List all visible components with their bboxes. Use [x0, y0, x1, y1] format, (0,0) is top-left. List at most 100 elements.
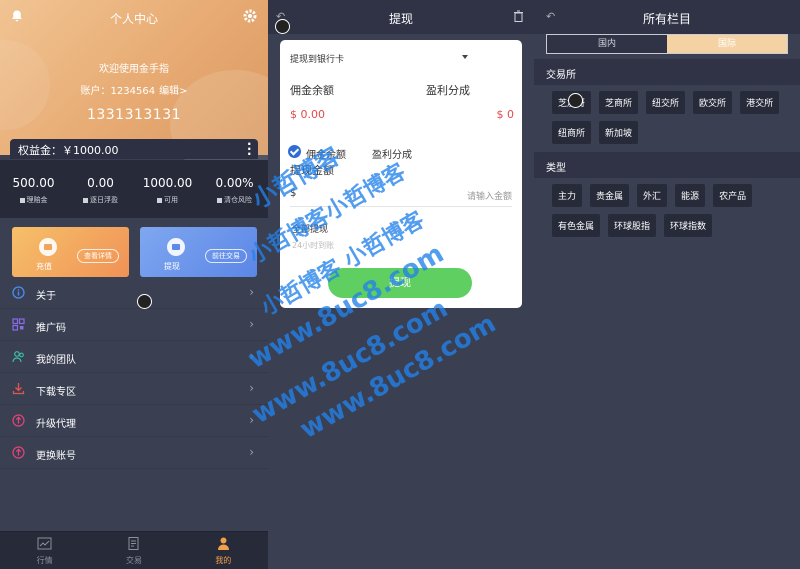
- caret-down-icon: [462, 55, 468, 59]
- user-icon: [217, 537, 229, 550]
- segment-international[interactable]: 国际: [667, 35, 787, 53]
- withdraw-header: ↶ 提现: [268, 0, 534, 34]
- stat-value: 1000.00: [142, 176, 193, 190]
- tab-mine[interactable]: 我的: [179, 532, 268, 569]
- menu-label: 我的团队: [36, 355, 76, 366]
- bottom-tab-bar: 行情 交易 我的: [0, 531, 268, 569]
- withdraw-card[interactable]: 提现 前往交易: [140, 227, 257, 277]
- stat-item: 0.00% 清仓风险: [201, 160, 268, 218]
- section-header-exchange: 交易所: [534, 59, 800, 85]
- tab-market[interactable]: 行情: [0, 532, 89, 569]
- menu-label: 下载专区: [36, 387, 76, 398]
- type-chip[interactable]: 外汇: [637, 184, 668, 207]
- categories-screen: ↶ 所有栏目 国内 国际 交易所 芝加哥 芝商所 纽交所 欧交所 港交所 纽商所…: [534, 0, 800, 569]
- profile-menu: 关于 › 推广码 › 我的团队 › 下载专区 › 升级代理 › 更换账号 ›: [0, 277, 268, 469]
- go-trade-button[interactable]: 前往交易: [205, 249, 247, 263]
- stat-item: 1000.00 可用: [134, 160, 201, 218]
- commission-value: $ 0.00: [290, 108, 325, 121]
- chart-icon: [37, 537, 52, 550]
- equity-bar: 权益金：￥1000.00 · · ·: [10, 138, 258, 160]
- tab-label: 行情: [36, 556, 53, 565]
- type-chip[interactable]: 环球股指: [608, 214, 657, 237]
- withdraw-all-link[interactable]: 全部提现: [292, 222, 328, 235]
- account-line: 账户：1234564 编辑>: [0, 82, 268, 97]
- exchange-chip[interactable]: 芝商所: [599, 91, 639, 114]
- exchange-chip[interactable]: 纽商所: [552, 121, 592, 144]
- menu-item-promo-code[interactable]: 推广码 ›: [0, 309, 268, 341]
- type-chip[interactable]: 有色金属: [552, 214, 601, 237]
- radio-label-profit: 盈利分成: [372, 150, 412, 161]
- info-icon: [12, 286, 25, 299]
- account-id: 账户：1234564: [80, 86, 156, 97]
- chevron-right-icon: ›: [249, 381, 254, 395]
- tab-label: 我的: [215, 556, 232, 565]
- page-title: 所有栏目: [642, 12, 691, 26]
- menu-item-about[interactable]: 关于 ›: [0, 277, 268, 309]
- stat-icon: [83, 197, 88, 203]
- type-chip-group: 主力 贵金属 外汇 能源 农产品 有色金属 环球股指 环球指数: [534, 184, 800, 237]
- profile-header: 个人中心 欢迎使用金手指 账户：1234564 编辑> 1331313131: [0, 0, 268, 180]
- stat-label: 逐日浮盈: [90, 196, 118, 204]
- commission-label: 佣金余额: [290, 84, 334, 97]
- profile-screen: 个人中心 欢迎使用金手指 账户：1234564 编辑> 1331313131 权益…: [0, 0, 268, 569]
- amount-input[interactable]: 请输入金额: [467, 189, 512, 202]
- stat-icon: [157, 197, 162, 203]
- withdraw-submit-button[interactable]: 提现: [328, 268, 472, 298]
- exchange-chip[interactable]: 欧交所: [693, 91, 733, 114]
- amount-label: 提现金额: [290, 164, 334, 177]
- chevron-right-icon: ›: [249, 413, 254, 427]
- stat-label: 可用: [164, 196, 178, 204]
- tab-label: 交易: [125, 556, 142, 565]
- commission-radio[interactable]: [288, 145, 301, 158]
- cursor-indicator: [137, 294, 152, 309]
- exchange-chip[interactable]: 港交所: [740, 91, 780, 114]
- menu-item-my-team[interactable]: 我的团队 ›: [0, 341, 268, 373]
- edit-link[interactable]: 编辑>: [159, 86, 187, 97]
- equity-text: 权益金：￥1000.00: [18, 144, 119, 157]
- exchange-chip[interactable]: 纽交所: [646, 91, 686, 114]
- more-icon[interactable]: · · ·: [247, 138, 252, 160]
- profit-label: 盈利分成: [426, 84, 470, 97]
- download-icon: [12, 383, 25, 395]
- tab-trade[interactable]: 交易: [89, 532, 178, 569]
- withdraw-method-select[interactable]: 提现到银行卡: [290, 52, 468, 65]
- chevron-right-icon: ›: [249, 317, 254, 331]
- menu-label: 更换账号: [36, 451, 76, 462]
- profit-value: $ 0: [496, 108, 515, 121]
- type-chip[interactable]: 贵金属: [590, 184, 630, 207]
- stat-icon: [19, 197, 25, 203]
- chevron-right-icon: ›: [249, 285, 254, 299]
- categories-header: ↶ 所有栏目: [534, 0, 800, 34]
- document-icon: [128, 537, 139, 550]
- exchange-chip[interactable]: 新加坡: [599, 121, 639, 144]
- team-icon: [12, 351, 24, 363]
- cursor-indicator: [275, 19, 290, 34]
- phone-number: 1331313131: [86, 107, 182, 123]
- recharge-card[interactable]: 充值 查看详情: [12, 227, 129, 277]
- menu-item-switch-account[interactable]: 更换账号 ›: [0, 437, 268, 469]
- trash-icon[interactable]: [513, 10, 524, 22]
- page-title: 个人中心: [109, 12, 158, 26]
- card-title: 充值: [36, 262, 52, 271]
- menu-label: 推广码: [36, 323, 66, 334]
- type-chip[interactable]: 能源: [675, 184, 706, 207]
- stat-item: 500.00 理赔金: [0, 160, 67, 218]
- stat-label: 理赔金: [26, 196, 48, 204]
- stat-value: 0.00%: [215, 176, 254, 190]
- type-chip[interactable]: 环球指数: [664, 214, 713, 237]
- section-header-type: 类型: [534, 152, 800, 178]
- menu-label: 关于: [36, 291, 56, 302]
- type-chip[interactable]: 主力: [552, 184, 583, 207]
- divider: [290, 206, 512, 207]
- select-value: 提现到银行卡: [290, 55, 345, 65]
- menu-label: 升级代理: [36, 419, 76, 430]
- wallet-icon: [39, 238, 57, 256]
- menu-item-upgrade-agent[interactable]: 升级代理 ›: [0, 405, 268, 437]
- menu-item-downloads[interactable]: 下载专区 ›: [0, 373, 268, 405]
- type-chip[interactable]: 农产品: [713, 184, 753, 207]
- view-details-button[interactable]: 查看详情: [77, 249, 119, 263]
- segment-domestic[interactable]: 国内: [547, 35, 667, 53]
- withdraw-screen: ↶ 提现 提现到银行卡 佣金余额 盈利分成 $ 0.00 $ 0 佣金余额 盈利…: [268, 0, 534, 569]
- page-title: 提现: [388, 12, 413, 26]
- gear-icon[interactable]: [242, 8, 258, 24]
